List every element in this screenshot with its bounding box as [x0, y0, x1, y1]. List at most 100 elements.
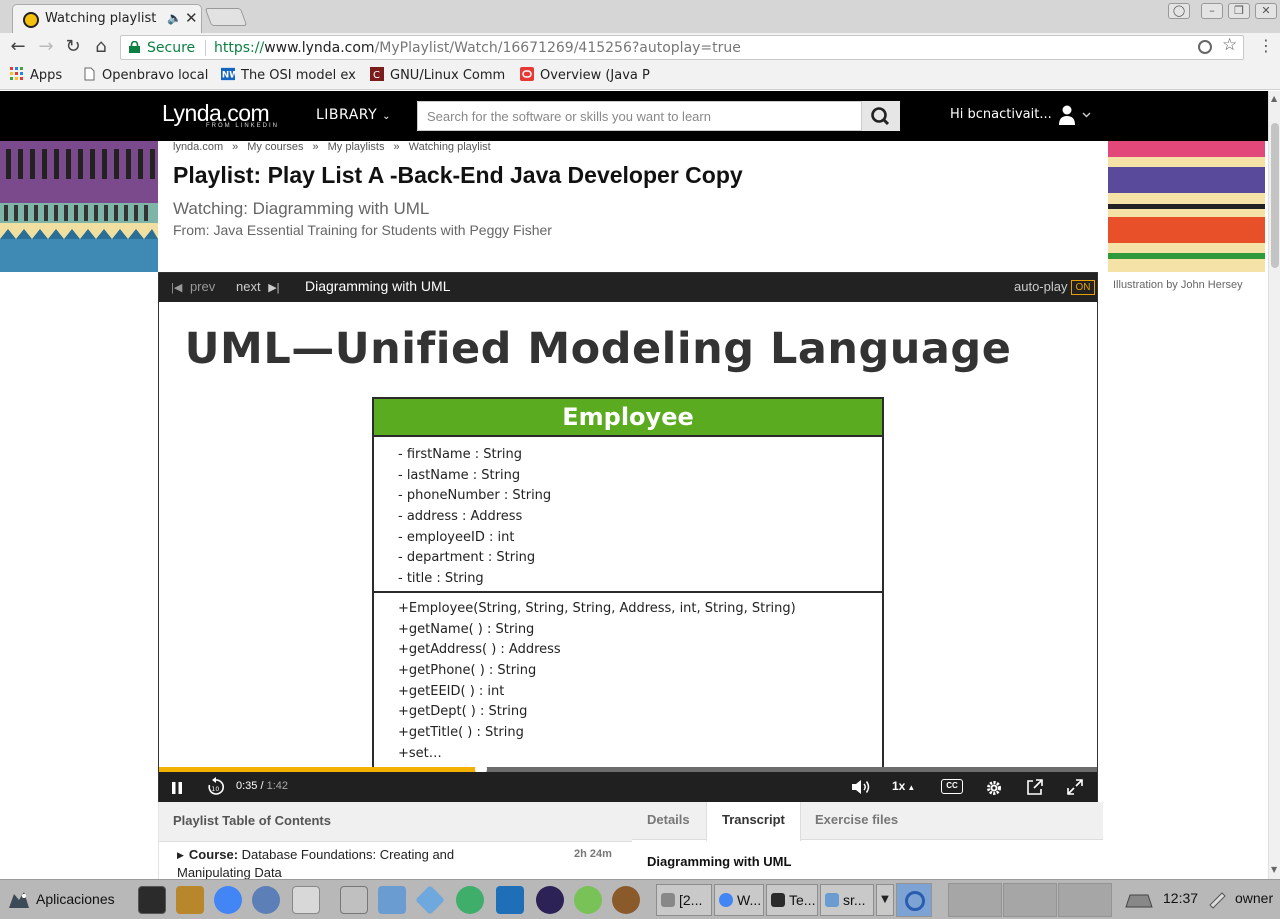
close-tab-icon[interactable]: ✕ — [185, 9, 198, 27]
watching-subtitle: Watching: Diagramming with UML — [173, 199, 430, 218]
search-box — [417, 101, 862, 131]
back-arrow-icon[interactable]: ← — [8, 37, 28, 57]
user-greeting[interactable]: Hi bcnactivait... — [950, 107, 1052, 122]
autoplay-toggle[interactable]: ON — [1071, 280, 1095, 295]
vscode-launcher-icon[interactable] — [496, 886, 524, 914]
workspace-2[interactable] — [948, 883, 1002, 917]
uml-divider — [374, 591, 882, 593]
address-bar[interactable]: Secure https://www.lynda.com/MyPlaylist/… — [120, 35, 1244, 60]
eclipse-launcher-icon[interactable] — [536, 886, 564, 914]
attributes-line: - department : String — [398, 550, 536, 566]
task-button-1[interactable]: [2... — [656, 884, 712, 916]
methods-line: +set… — [398, 745, 442, 761]
task-icon — [825, 893, 839, 907]
task-list-dropdown[interactable]: ▼ — [876, 884, 894, 916]
chrome-launcher-icon[interactable] — [214, 886, 242, 914]
page-scrollbar[interactable]: ▲ ▼ — [1268, 91, 1280, 879]
url-path: /MyPlaylist/Watch/16671269/415256?autopl… — [374, 40, 741, 56]
bookmark-openbravo[interactable]: Openbravo local — [82, 67, 210, 85]
volume-icon[interactable] — [849, 776, 873, 798]
playback-speed-button[interactable]: 1x ▲ — [892, 779, 915, 793]
bookmark-osi-model[interactable]: NW The OSI model ex — [221, 67, 359, 85]
applications-menu-label[interactable]: Aplicaciones — [36, 891, 115, 907]
profile-icon[interactable]: ◯ — [1168, 3, 1190, 19]
notes-launcher-icon[interactable] — [176, 886, 204, 914]
tab-details[interactable]: Details — [632, 802, 705, 840]
bookmark-apps[interactable]: Apps — [10, 67, 70, 85]
reload-icon[interactable]: ↻ — [63, 37, 83, 57]
clock[interactable]: 12:37 — [1163, 890, 1198, 906]
bookmark-label: Apps — [30, 68, 63, 83]
user-account-menu[interactable] — [1058, 105, 1092, 131]
popout-icon[interactable] — [1024, 776, 1046, 798]
toc-item-prefix: Course: — [188, 847, 239, 862]
bookmark-java-overview[interactable]: Overview (Java P — [520, 67, 658, 85]
library-menu[interactable]: LIBRARY ⌄ — [316, 107, 391, 123]
next-video-button[interactable]: next ▶| — [236, 279, 280, 294]
network-icon[interactable] — [1124, 891, 1154, 909]
home-icon[interactable]: ⌂ — [91, 37, 111, 57]
applications-menu-icon[interactable] — [6, 888, 32, 912]
chevron-down-icon: ⌄ — [382, 111, 391, 122]
apps-grid-icon — [10, 67, 23, 80]
browser-globe-launcher-icon[interactable] — [252, 886, 280, 914]
user-session-icon[interactable] — [1207, 890, 1227, 910]
minimize-window-button[interactable]: – — [1201, 3, 1223, 19]
screenshot-launcher-icon[interactable] — [340, 886, 368, 914]
url-host: www.lynda.com — [264, 40, 375, 56]
attributes-line: - firstName : String — [398, 447, 523, 462]
uml-methods: +Employee(String, String, String, Addres… — [398, 599, 796, 765]
extension-blocked-icon[interactable] — [1198, 40, 1212, 54]
browser-menu-icon[interactable]: ⋮ — [1258, 36, 1274, 55]
bookmark-star-icon[interactable]: ☆ — [1222, 35, 1237, 55]
attributes-line: - lastName : String — [398, 467, 521, 483]
closed-captions-button[interactable]: CC — [941, 779, 963, 794]
squirrel-launcher-icon[interactable] — [612, 886, 640, 914]
file-manager-launcher-icon[interactable] — [378, 886, 406, 914]
search-files-launcher-icon[interactable] — [292, 886, 320, 914]
scroll-down-arrow-icon[interactable]: ▼ — [1271, 865, 1277, 874]
search-input[interactable] — [418, 102, 861, 130]
scrollbar-thumb[interactable] — [1271, 123, 1279, 268]
workspace-3[interactable] — [1003, 883, 1057, 917]
browser-tab-active[interactable]: Watching playlist 🔈 ✕ — [12, 4, 202, 33]
scroll-up-arrow-icon[interactable]: ▲ — [1271, 94, 1277, 103]
uml-class-diagram: Employee - firstName : String - lastName … — [372, 397, 884, 767]
pause-icon[interactable] — [169, 776, 185, 798]
workspace-4[interactable] — [1058, 883, 1112, 917]
new-tab-button[interactable] — [204, 8, 248, 26]
session-user[interactable]: owner — [1235, 890, 1273, 906]
atom-launcher-icon[interactable] — [456, 886, 484, 914]
task-button-chrome[interactable]: W... — [714, 884, 764, 916]
toc-course-item[interactable]: ▶ Course: Database Foundations: Creating … — [177, 846, 457, 882]
breadcrumb-link-my-courses[interactable]: My courses — [247, 141, 303, 153]
breadcrumb-link-home[interactable]: lynda.com — [173, 141, 223, 153]
workspace-1[interactable] — [896, 883, 932, 917]
prev-label: prev — [189, 279, 216, 294]
forward-arrow-icon[interactable]: → — [36, 37, 56, 57]
tab-exercise-files[interactable]: Exercise files — [800, 802, 913, 840]
tab-transcript[interactable]: Transcript — [706, 802, 801, 841]
bookmark-gnu-linux[interactable]: C GNU/Linux Comm — [370, 67, 508, 85]
svg-text:C: C — [373, 70, 380, 81]
android-studio-launcher-icon[interactable] — [574, 886, 602, 914]
breadcrumb-current[interactable]: Watching playlist — [409, 141, 491, 153]
video-frame[interactable]: UML—Unified Modeling Language Employee -… — [159, 302, 1097, 767]
settings-gear-icon[interactable] — [983, 776, 1005, 798]
audio-playing-icon[interactable]: 🔈 — [167, 11, 182, 25]
task-button-files[interactable]: sr... — [820, 884, 874, 916]
terminal-launcher-icon[interactable] — [138, 886, 166, 914]
browser-tab-strip: Watching playlist 🔈 ✕ ◯ – ❐ ✕ — [0, 0, 1280, 33]
search-button[interactable] — [862, 101, 900, 131]
prev-video-button[interactable]: |◀ prev — [171, 279, 215, 294]
close-window-button[interactable]: ✕ — [1255, 3, 1277, 19]
slide-heading: UML—Unified Modeling Language — [184, 324, 1012, 374]
breadcrumb-link-my-playlists[interactable]: My playlists — [328, 141, 385, 153]
restore-window-button[interactable]: ❐ — [1228, 3, 1250, 19]
task-button-terminal[interactable]: Te... — [766, 884, 818, 916]
illustration-credit: Illustration by John Hersey — [1113, 279, 1243, 291]
url-text[interactable]: https://www.lynda.com/MyPlaylist/Watch/1… — [214, 40, 741, 56]
rewind-10-icon[interactable]: 10 — [205, 776, 227, 798]
fullscreen-icon[interactable] — [1064, 776, 1086, 798]
virtualbox-launcher-icon[interactable] — [415, 885, 445, 915]
